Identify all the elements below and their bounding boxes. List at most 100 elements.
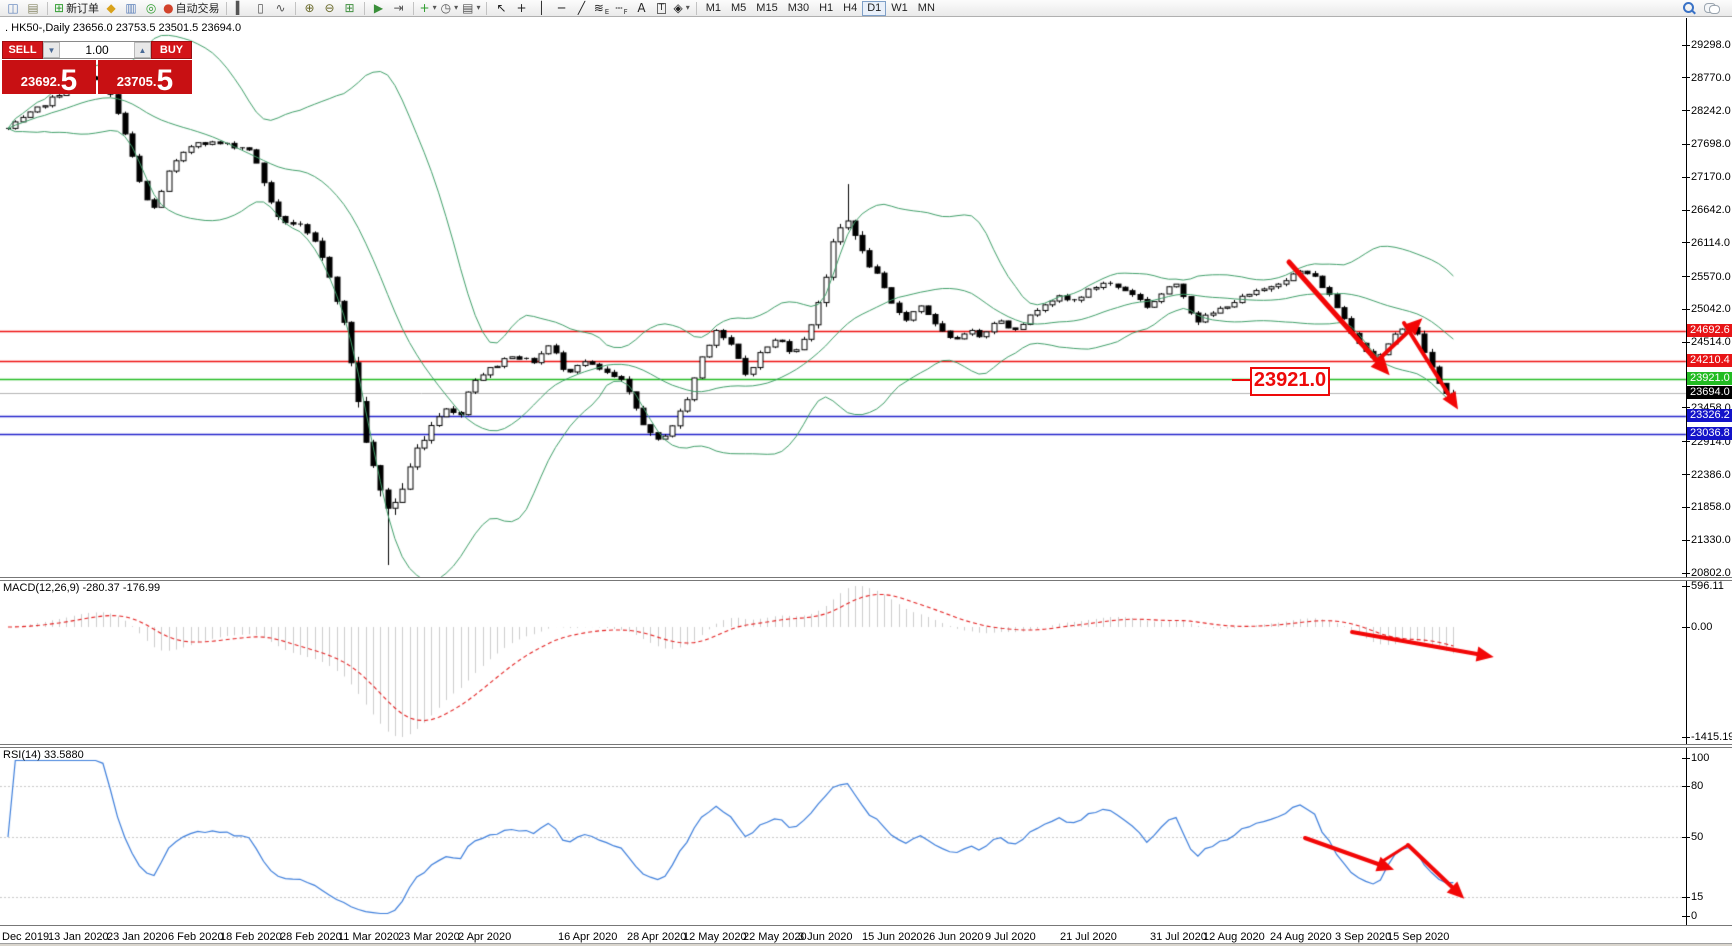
axis-tick-label: 80 (1691, 780, 1704, 792)
chart-marker: . (5, 22, 9, 34)
chart-title: . HK50-,Daily 23656.0 23753.5 23501.5 23… (5, 22, 241, 34)
volume-increase-button[interactable]: ▲ (134, 42, 151, 58)
date-tick-label: 23 Mar 2020 (398, 931, 460, 943)
date-tick-label: 18 Feb 2020 (220, 931, 282, 943)
buy-price-pip: 5 (156, 63, 174, 97)
date-tick-label: 3 Sep 2020 (1335, 931, 1392, 943)
axis-tick-label: 28770.0 (1691, 71, 1731, 84)
one-click-trading-panel: SELL ▼ 1.00 ▲ BUY 23692. 5 23705. 5 (2, 41, 192, 97)
axis-tick-label: 50 (1691, 831, 1704, 843)
price-line-badge: 24692.6 (1687, 324, 1732, 337)
sell-price-pip: 5 (60, 63, 78, 97)
macd-indicator-label: MACD(12,26,9) -280.37 -176.99 (3, 582, 161, 594)
axis-tick (1682, 540, 1690, 541)
axis-tick-label: 27170.0 (1691, 171, 1731, 184)
date-tick-label: 21 Jul 2020 (1060, 931, 1117, 943)
panel-splitter-main-macd[interactable] (0, 577, 1732, 581)
price-line-badge: 23326.2 (1687, 409, 1732, 422)
axis-tick (1682, 441, 1690, 442)
date-tick-label: 11 Mar 2020 (338, 931, 399, 943)
chart-symbol: HK50-,Daily (11, 22, 70, 34)
axis-tick-label: 22386.0 (1691, 468, 1731, 481)
axis-tick (1682, 242, 1690, 243)
axis-tick (1682, 309, 1690, 310)
rsi-panel-bottom-border (0, 925, 1732, 926)
axis-tick (1682, 507, 1690, 508)
axis-tick-label: 25570.0 (1691, 270, 1731, 283)
date-tick-label: 2 Apr 2020 (458, 931, 512, 943)
axis-tick-label: -1415.19 (1691, 731, 1732, 743)
price-chart-canvas[interactable] (0, 0, 1732, 946)
axis-tick-label: 0 (1691, 910, 1698, 922)
axis-tick-label: 0.00 (1691, 621, 1713, 633)
date-tick-label: 16 Apr 2020 (558, 931, 618, 943)
axis-tick (1682, 144, 1690, 145)
axis-tick (1682, 837, 1690, 838)
axis-tick (1682, 342, 1690, 343)
axis-tick (1682, 177, 1690, 178)
date-tick-label: 23 Jan 2020 (107, 931, 168, 943)
axis-tick-label: 29298.0 (1691, 39, 1731, 51)
axis-tick-label: 26642.0 (1691, 204, 1731, 217)
axis-tick-label: 100 (1691, 752, 1710, 764)
date-tick-label: 15 Jun 2020 (862, 931, 923, 943)
date-tick-label: 28 Feb 2020 (280, 931, 342, 943)
axis-tick-label: 28242.0 (1691, 104, 1731, 117)
price-line-badge: 23921.0 (1687, 372, 1732, 385)
chart-ohlc: 23656.0 23753.5 23501.5 23694.0 (72, 22, 242, 34)
date-tick-label: 31 Jul 2020 (1150, 931, 1207, 943)
axis-tick (1682, 786, 1690, 787)
date-tick-label: 12 May 2020 (683, 931, 747, 943)
date-tick-label: 3 Jun 2020 (798, 931, 853, 943)
buy-price-box[interactable]: 23705. 5 (98, 60, 192, 97)
axis-tick (1682, 627, 1690, 628)
axis-tick-label: 20802.0 (1691, 567, 1731, 579)
axis-tick-label: 26114.0 (1691, 236, 1730, 249)
price-line-badge: 24210.4 (1687, 354, 1732, 367)
axis-tick (1682, 77, 1690, 78)
date-tick-label: 12 Aug 2020 (1203, 931, 1265, 943)
date-tick-label: 28 Apr 2020 (627, 931, 687, 943)
date-tick-label: 9 Jul 2020 (985, 931, 1036, 943)
axis-tick-label: 25042.0 (1691, 303, 1731, 316)
axis-tick (1682, 573, 1690, 574)
axis-tick (1682, 916, 1690, 917)
mt4-window: ◫▤⊞新订单◆▥◎●自动交易▍▯∿⊕⊖⊞▶⇥+▾◷▾▤▾↖+│─╱≋E┄FAT◈… (0, 0, 1732, 946)
price-axis-line (1686, 18, 1687, 926)
volume-decrease-button[interactable]: ▼ (43, 42, 60, 58)
axis-tick (1682, 897, 1690, 898)
sell-price-main: 23692 (20, 74, 57, 89)
price-annotation-box[interactable]: 23921.0 (1250, 367, 1330, 396)
date-tick-label: 6 Feb 2020 (168, 931, 224, 943)
axis-tick-label: 596.11 (1691, 580, 1724, 592)
sell-button[interactable]: SELL (2, 41, 43, 59)
axis-tick (1682, 110, 1690, 111)
sell-price-box[interactable]: 23692. 5 (2, 60, 96, 97)
axis-tick (1682, 276, 1690, 277)
axis-tick (1682, 586, 1690, 587)
axis-tick (1682, 407, 1690, 408)
date-tick-label: 26 Jun 2020 (923, 931, 984, 943)
volume-value[interactable]: 1.00 (60, 42, 134, 58)
axis-tick (1682, 45, 1690, 46)
date-tick-label: 24 Aug 2020 (1270, 931, 1332, 943)
date-tick-label: Dec 2019 (2, 931, 50, 943)
date-tick-label: 15 Sep 2020 (1387, 931, 1450, 943)
axis-tick-label: 21330.0 (1691, 534, 1731, 547)
price-line-badge: 23036.8 (1687, 427, 1732, 440)
price-annotation-dash (1232, 379, 1250, 381)
axis-tick-label: 24514.0 (1691, 336, 1731, 349)
axis-tick-label: 15 (1691, 891, 1704, 903)
axis-tick (1682, 474, 1690, 475)
buy-price-main: 23705 (116, 74, 153, 89)
axis-tick (1682, 737, 1690, 738)
price-line-badge: 23694.0 (1687, 386, 1732, 399)
date-tick-label: 13 Jan 2020 (48, 931, 109, 943)
rsi-indicator-label: RSI(14) 33.5880 (3, 749, 84, 761)
axis-tick-label: 21858.0 (1691, 501, 1731, 514)
volume-stepper: ▼ 1.00 ▲ (43, 41, 151, 59)
panel-splitter-macd-rsi[interactable] (0, 744, 1732, 748)
axis-tick (1682, 210, 1690, 211)
axis-tick-label: 27698.0 (1691, 138, 1731, 151)
buy-button[interactable]: BUY (151, 41, 192, 59)
